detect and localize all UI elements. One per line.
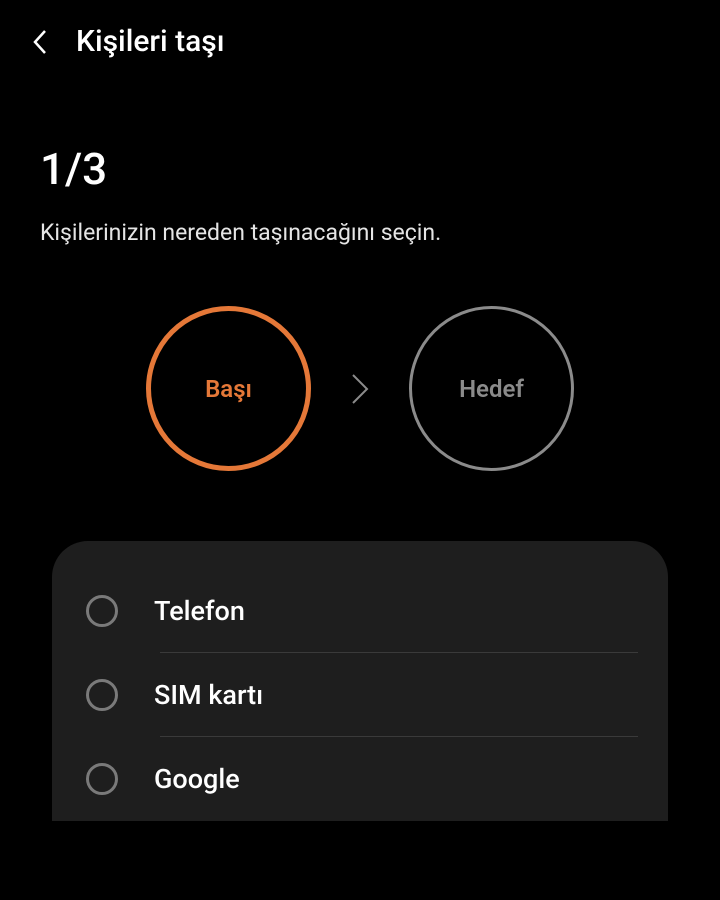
chevron-right-icon <box>347 369 373 409</box>
radio-unchecked-icon <box>86 595 118 627</box>
options-panel: Telefon SIM kartı Google <box>52 541 668 821</box>
back-button[interactable] <box>28 30 52 54</box>
option-label: SIM kartı <box>154 679 263 711</box>
step-counter: 1/3 <box>40 143 680 195</box>
target-circle[interactable]: Hedef <box>409 306 574 471</box>
radio-unchecked-icon <box>86 763 118 795</box>
content: 1/3 Kişilerinizin nereden taşınacağını s… <box>0 83 720 821</box>
target-label: Hedef <box>459 375 524 403</box>
option-label: Google <box>154 763 240 795</box>
option-phone[interactable]: Telefon <box>52 569 668 653</box>
option-label: Telefon <box>154 595 245 627</box>
page-title: Kişileri taşı <box>76 24 225 59</box>
instruction-text: Kişilerinizin nereden taşınacağını seçin… <box>40 219 680 246</box>
option-sim[interactable]: SIM kartı <box>52 653 668 737</box>
flow-diagram: Başı Hedef <box>40 306 680 471</box>
radio-unchecked-icon <box>86 679 118 711</box>
flow-arrow <box>347 369 373 409</box>
source-label: Başı <box>205 375 252 403</box>
source-circle[interactable]: Başı <box>146 306 311 471</box>
header: Kişileri taşı <box>0 0 720 83</box>
option-google[interactable]: Google <box>52 737 668 821</box>
chevron-left-icon <box>31 28 49 56</box>
